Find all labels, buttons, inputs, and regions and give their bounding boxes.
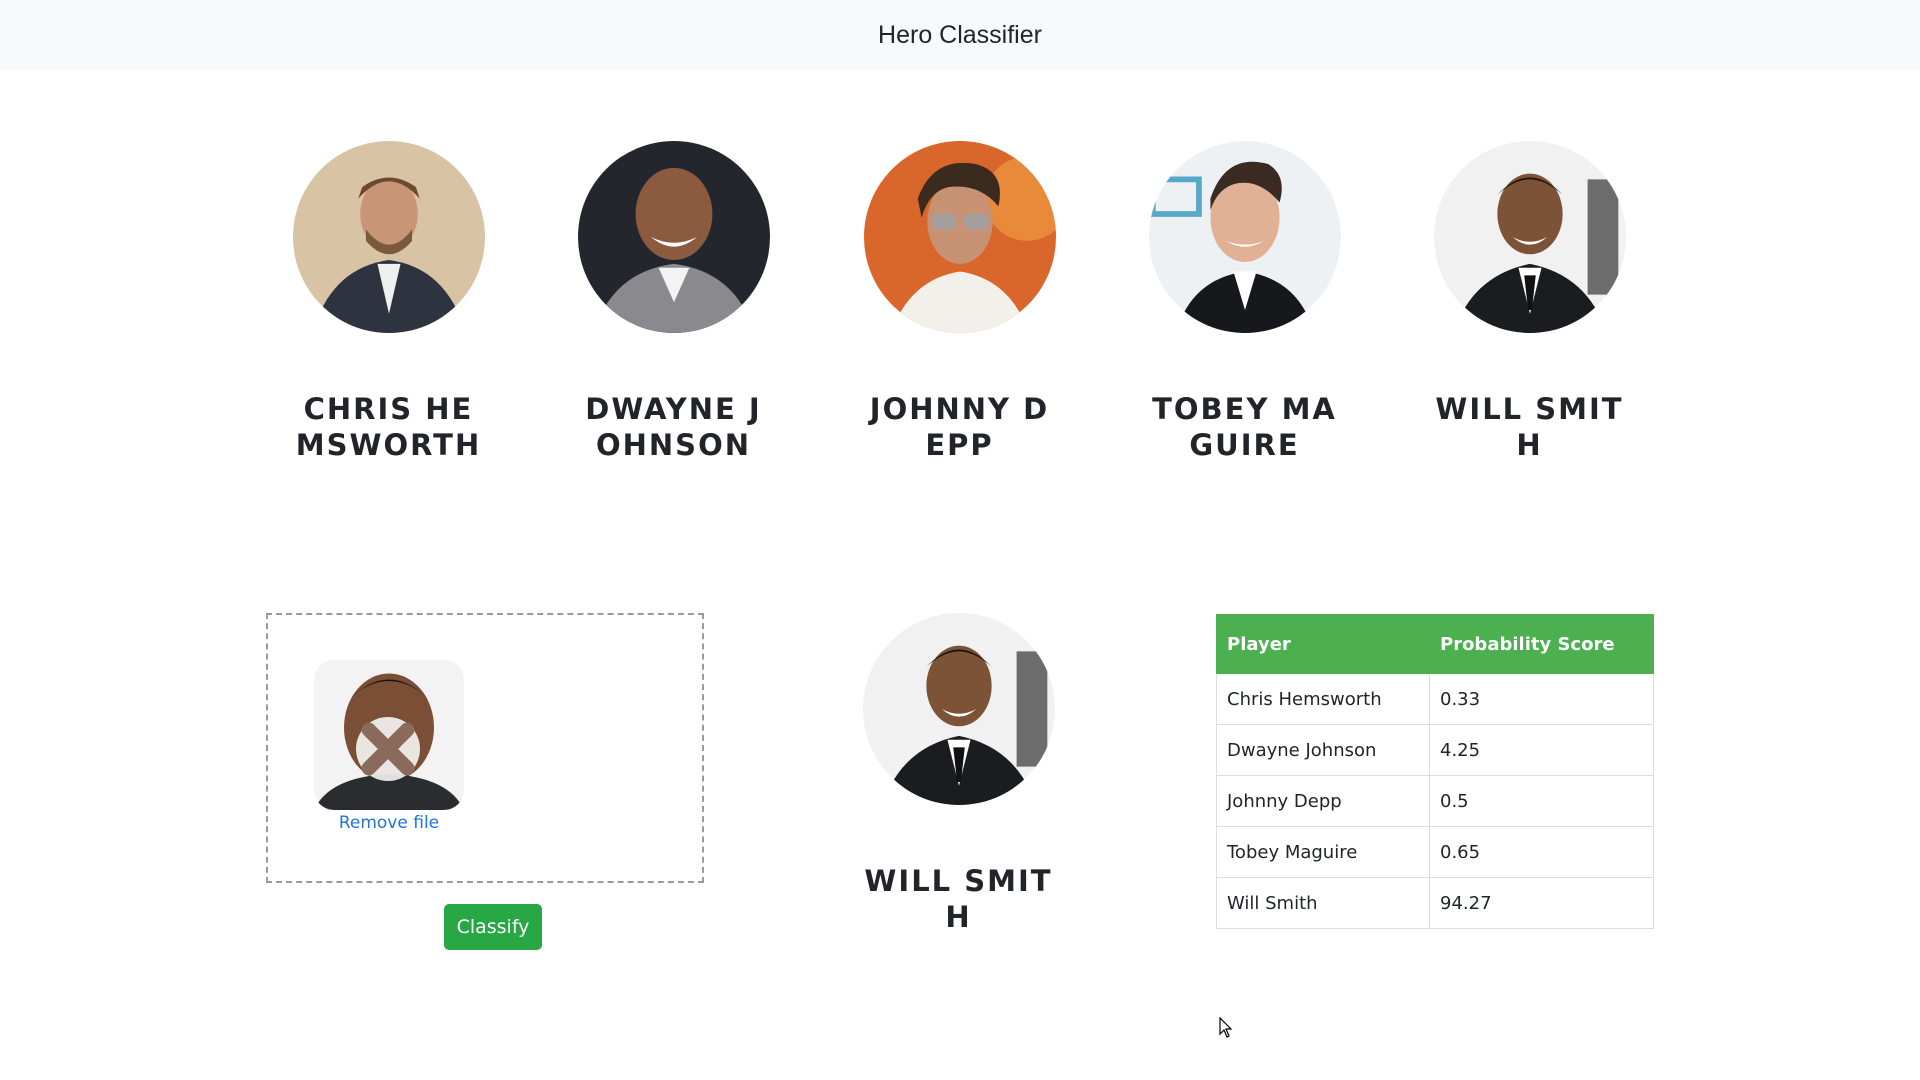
score-cell: 94.27 <box>1429 877 1654 929</box>
hero-photo <box>863 141 1056 333</box>
app-title[interactable]: Hero Classifier <box>878 21 1042 50</box>
hero-card-johnny-depp: JOHNNY DEPP <box>847 141 1072 463</box>
hero-photo <box>1148 141 1341 333</box>
hero-name: TOBEY MAGUIRE <box>1152 392 1337 462</box>
uploaded-image-preview <box>314 660 464 810</box>
table-row: Will Smith 94.27 <box>1216 877 1654 929</box>
navbar: Hero Classifier <box>0 0 1920 70</box>
hero-card-tobey-maguire: TOBEY MAGUIRE <box>1132 141 1357 463</box>
probability-table: Player Probability Score Chris Hemsworth… <box>1216 614 1654 929</box>
hero-photo <box>292 141 485 333</box>
table-row: Tobey Maguire 0.65 <box>1216 826 1654 878</box>
hero-name: DWAYNE JOHNSON <box>585 392 762 462</box>
player-cell: Will Smith <box>1216 877 1430 929</box>
result-card: WILL SMITH <box>846 613 1071 935</box>
table-header-row: Player Probability Score <box>1216 614 1654 674</box>
hero-card-will-smith: WILL SMITH <box>1417 141 1642 463</box>
table-row: Chris Hemsworth 0.33 <box>1216 673 1654 725</box>
score-cell: 0.65 <box>1429 826 1654 878</box>
result-photo <box>862 613 1055 805</box>
hero-name: WILL SMITH <box>1435 392 1624 462</box>
classify-button[interactable]: Classify <box>444 904 542 950</box>
hero-card-chris-hemsworth: CHRIS HEMSWORTH <box>276 141 501 463</box>
player-cell: Dwayne Johnson <box>1216 724 1430 776</box>
hero-photo <box>1433 141 1626 333</box>
upload-error-icon <box>356 717 420 781</box>
score-cell: 0.33 <box>1429 673 1654 725</box>
score-cell: 4.25 <box>1429 724 1654 776</box>
table-row: Johnny Depp 0.5 <box>1216 775 1654 827</box>
hero-card-dwayne-johnson: DWAYNE JOHNSON <box>561 141 786 463</box>
remove-file-link[interactable]: Remove file <box>314 813 464 833</box>
mouse-cursor-icon <box>1219 1017 1233 1038</box>
table-row: Dwayne Johnson 4.25 <box>1216 724 1654 776</box>
column-header-player: Player <box>1216 614 1430 674</box>
hero-name: CHRIS HEMSWORTH <box>295 392 482 462</box>
hero-name: JOHNNY DEPP <box>869 392 1050 462</box>
hero-photo <box>577 141 770 333</box>
column-header-probability: Probability Score <box>1429 614 1654 674</box>
result-name: WILL SMITH <box>864 864 1053 934</box>
score-cell: 0.5 <box>1429 775 1654 827</box>
player-cell: Johnny Depp <box>1216 775 1430 827</box>
player-cell: Chris Hemsworth <box>1216 673 1430 725</box>
player-cell: Tobey Maguire <box>1216 826 1430 878</box>
image-dropzone[interactable]: Remove file <box>266 613 704 883</box>
